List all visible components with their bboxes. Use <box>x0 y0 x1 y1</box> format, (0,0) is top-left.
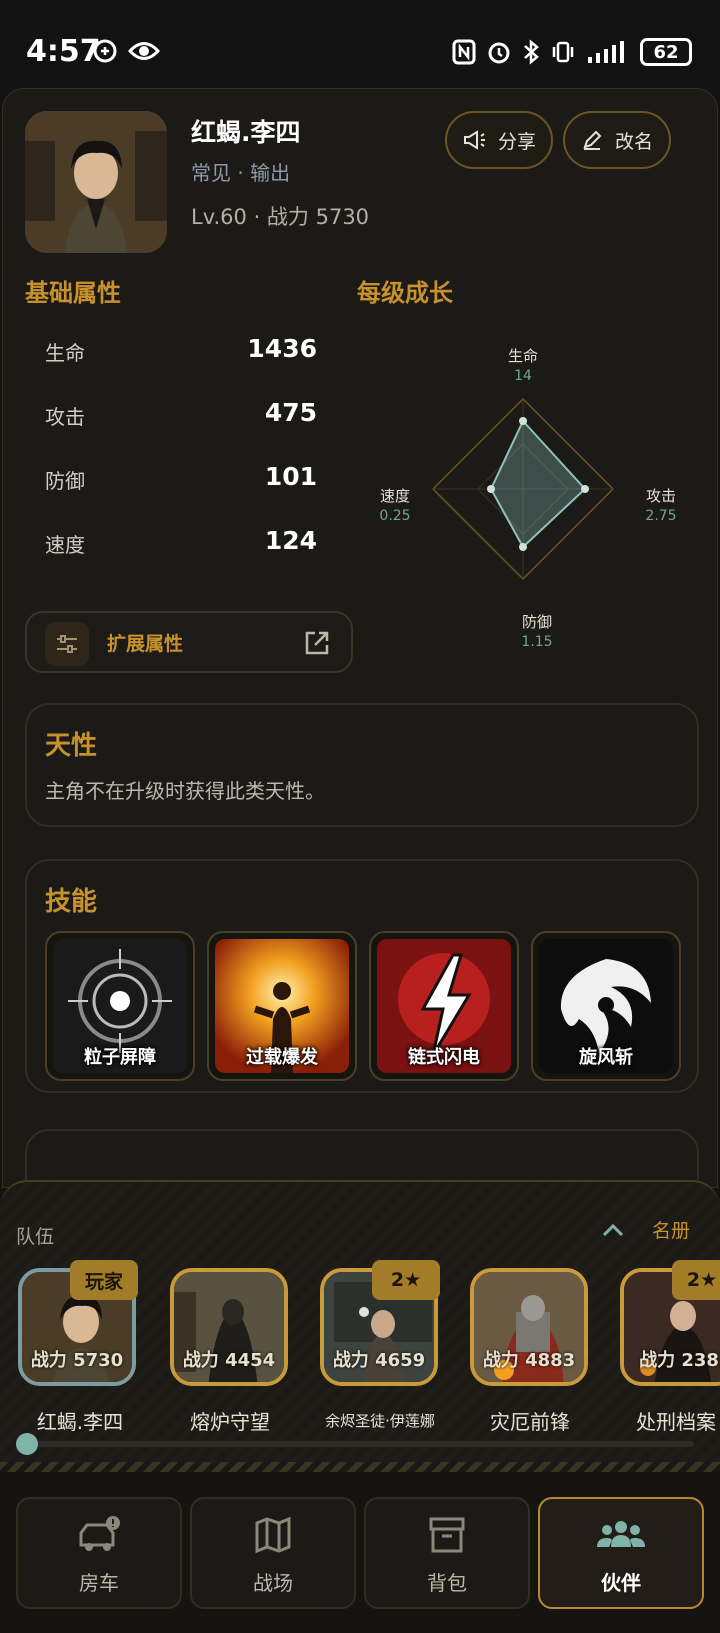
skill-label: 粒子屏障 <box>84 1047 156 1068</box>
open-external-icon <box>305 631 329 655</box>
member-power: 战力 4659 <box>332 1350 426 1371</box>
skill-label: 链式闪电 <box>408 1047 480 1068</box>
growth-title: 每级成长 <box>357 279 453 307</box>
radar-point-atk <box>581 485 589 493</box>
edit-icon <box>583 130 602 150</box>
nav-label: 房车 <box>79 1571 119 1595</box>
radar-label-spd: 速度 0.25 <box>379 487 411 524</box>
nav-battlefield[interactable]: 战场 <box>190 1497 356 1609</box>
share-button[interactable]: 分享 <box>445 111 553 169</box>
bluetooth-icon <box>524 39 539 65</box>
attr-hp-value: 1436 <box>247 334 317 363</box>
nav-rv[interactable]: 房车 <box>16 1497 182 1609</box>
nav-partners[interactable]: 伙伴 <box>538 1497 704 1609</box>
nfc-icon <box>452 39 476 65</box>
attr-def-label: 防御 <box>45 469 85 493</box>
status-bar: 4:57 62 <box>0 0 720 88</box>
star-badge: 2★ <box>672 1260 720 1300</box>
map-icon <box>255 1516 291 1554</box>
team-member-4[interactable]: 战力 4883 <box>470 1268 588 1386</box>
member-power: 战力 4454 <box>182 1350 276 1371</box>
hero-avatar <box>25 111 167 253</box>
attr-def-value: 101 <box>264 462 317 491</box>
radar-label-atk: 攻击 2.75 <box>645 487 677 524</box>
rename-label: 改名 <box>614 130 653 153</box>
sliders-icon <box>45 622 89 666</box>
group-icon <box>597 1521 645 1547</box>
extended-attrs-label: 扩展属性 <box>107 633 184 655</box>
roster-button[interactable]: 名册 <box>602 1216 690 1243</box>
rv-car-icon <box>79 1516 120 1551</box>
player-tag: 玩家 <box>70 1260 138 1300</box>
skill-chain-lightning[interactable]: 链式闪电 <box>369 931 519 1081</box>
team-scroll-thumb[interactable] <box>16 1433 38 1455</box>
battery-indicator: 62 <box>640 38 692 66</box>
team-member-2[interactable]: 战力 4454 <box>170 1268 288 1386</box>
member-name: 处刑档案 <box>636 1410 716 1434</box>
radar-area <box>489 419 587 549</box>
nav-backpack[interactable]: 背包 <box>364 1497 530 1609</box>
rename-button[interactable]: 改名 <box>563 111 671 169</box>
base-attrs-title: 基础属性 <box>25 279 121 307</box>
roster-label: 名册 <box>651 1220 690 1242</box>
attr-atk-label: 攻击 <box>45 405 85 429</box>
status-time: 4:57 <box>26 34 101 69</box>
hero-level-power: Lv.60 · 战力 5730 <box>191 205 370 229</box>
skill-label: 过载爆发 <box>246 1047 318 1068</box>
nav-label: 伙伴 <box>601 1571 641 1595</box>
team-scroll-track[interactable] <box>20 1441 694 1447</box>
trait-card: 天性 主角不在升级时获得此类天性。 <box>25 703 699 827</box>
member-name: 余烬圣徒·伊莲娜 <box>325 1412 435 1430</box>
skill-particle-barrier[interactable]: 粒子屏障 <box>45 931 195 1081</box>
attr-hp-label: 生命 <box>45 341 85 365</box>
data-saver-icon <box>93 39 117 63</box>
bottom-nav: 房车 战场 背包 伙伴 <box>0 1472 720 1633</box>
archive-box-icon <box>429 1517 465 1553</box>
nav-label: 战场 <box>253 1571 293 1595</box>
skills-card: 技能 粒子屏障 过载爆发 链式闪电 旋风斩 <box>25 859 699 1093</box>
growth-radar-chart <box>431 397 615 581</box>
megaphone-icon <box>463 130 485 150</box>
member-power: 战力 4883 <box>482 1350 576 1371</box>
nav-label: 背包 <box>427 1571 467 1595</box>
member-name: 红蝎.李四 <box>36 1410 124 1434</box>
attr-spd-value: 124 <box>264 526 317 555</box>
eye-icon <box>128 42 160 60</box>
team-label: 队伍 <box>16 1226 55 1248</box>
radar-point-spd <box>487 485 495 493</box>
star-badge: 2★ <box>372 1260 440 1300</box>
skill-overload-burst[interactable]: 过载爆发 <box>207 931 357 1081</box>
team-drawer: 队伍 名册 战力 5730 玩家 红蝎.李四 战力 4454 熔炉守望 战力 4… <box>0 1180 720 1470</box>
radar-point-def <box>519 543 527 551</box>
chevron-up-icon <box>602 1223 624 1236</box>
vibrate-icon <box>552 41 574 63</box>
attr-spd-label: 速度 <box>45 533 85 557</box>
member-power: 战力 238 <box>639 1350 719 1371</box>
radar-point-hp <box>519 417 527 425</box>
hero-rarity-role: 常见 · 输出 <box>191 161 291 185</box>
alarm-icon <box>488 42 510 64</box>
skill-label: 旋风斩 <box>579 1047 633 1068</box>
hazard-stripe-divider <box>0 1462 720 1472</box>
extended-attrs-button[interactable]: 扩展属性 <box>25 611 353 673</box>
signal-icon <box>588 41 624 63</box>
skills-title: 技能 <box>45 887 98 917</box>
attr-atk-value: 475 <box>264 398 317 427</box>
share-label: 分享 <box>497 130 536 153</box>
hero-detail-panel: 红蝎.李四 常见 · 输出 Lv.60 · 战力 5730 分享 改名 基础属性… <box>2 88 718 1229</box>
member-power: 战力 5730 <box>30 1350 124 1371</box>
trait-title: 天性 <box>45 731 98 761</box>
hero-name: 红蝎.李四 <box>191 118 301 147</box>
trait-text: 主角不在升级时获得此类天性。 <box>45 779 325 803</box>
skill-whirlwind-slash[interactable]: 旋风斩 <box>531 931 681 1081</box>
member-name: 灾厄前锋 <box>490 1410 570 1434</box>
member-name: 熔炉守望 <box>190 1410 270 1434</box>
radar-label-hp: 生命 14 <box>507 347 538 384</box>
radar-label-def: 防御 1.15 <box>521 613 553 650</box>
